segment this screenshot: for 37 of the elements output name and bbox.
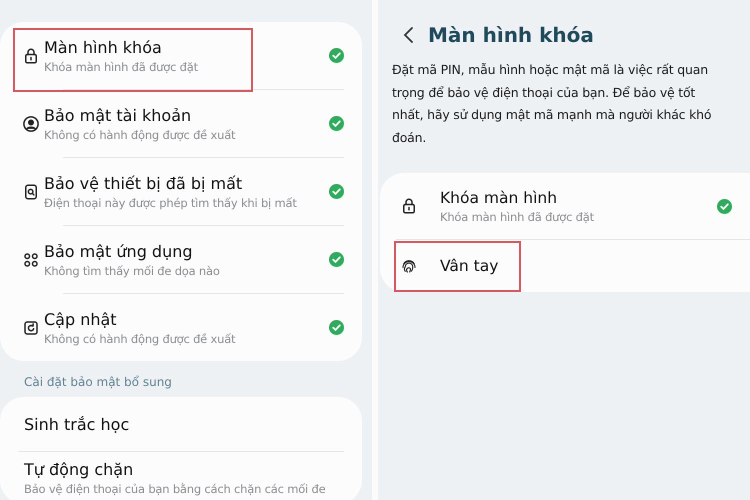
item-subtitle: Khóa màn hình đã được đặt bbox=[44, 60, 199, 74]
update-icon bbox=[22, 318, 40, 336]
item-title: Vân tay bbox=[440, 257, 500, 275]
item-title: Cập nhật bbox=[44, 310, 118, 328]
item-subtitle: Không tìm thấy mối đe dọa nào bbox=[44, 264, 221, 278]
page-title: Màn hình khóa bbox=[428, 23, 594, 47]
item-title: Tự động chặn bbox=[24, 460, 134, 479]
settings-item[interactable]: Bảo mật ứng dụng Không tìm thấy mối đe dọa nào bbox=[0, 226, 362, 293]
settings-item[interactable]: Bảo mật tài khoản Không có hành động được đề xuất bbox=[0, 90, 362, 157]
lock-icon bbox=[400, 197, 418, 215]
find-device-icon bbox=[22, 182, 40, 200]
item-title: Bảo vệ thiết bị đã bị mất bbox=[44, 174, 244, 192]
settings-item[interactable]: Màn hình khóa Khóa màn hình đã được đặt bbox=[0, 22, 362, 89]
item-subtitle: Điện thoại này được phép tìm thấy khi bị mất bbox=[44, 196, 298, 210]
lock-icon bbox=[22, 46, 40, 64]
fingerprint-icon bbox=[400, 257, 418, 275]
item-subtitle: Khóa màn hình đã được đặt bbox=[440, 210, 595, 224]
section-header: Cài đặt bảo mật bổ sung bbox=[24, 375, 173, 389]
settings-item[interactable]: Cập nhật Không có hành động được đề xuất bbox=[0, 294, 362, 361]
item-title: Bảo mật tài khoản bbox=[44, 106, 192, 124]
item-subtitle: Bảo vệ điện thoại của bạn bằng cách chặn các mối đe bbox=[24, 482, 326, 496]
apps-icon bbox=[22, 250, 40, 268]
settings-item[interactable]: Tự động chặn Bảo vệ điện thoại của bạn bằng cách chặn các mối đe bbox=[0, 452, 362, 500]
back-button[interactable] bbox=[402, 26, 414, 44]
item-title: Khóa màn hình bbox=[440, 188, 558, 206]
description-text: Đặt mã PIN, mẫu hình hoặc mật mã là việc rất quan trọng để bảo vệ điện thoại của bạn. Để bảo vệ tốt nhất, hãy sử dụng mật mã mạnh mà người khác khó đoán. bbox=[391, 61, 712, 146]
settings-item[interactable]: Sinh trắc học bbox=[0, 397, 362, 451]
back-icon bbox=[402, 26, 414, 44]
person-icon bbox=[22, 114, 40, 132]
settings-item[interactable]: Khóa màn hình Khóa màn hình đã được đặt bbox=[380, 173, 750, 239]
settings-item[interactable]: Vân tay bbox=[380, 240, 750, 292]
settings-item[interactable]: Bảo vệ thiết bị đã bị mất Điện thoại này được phép tìm thấy khi bị mất bbox=[0, 158, 362, 225]
item-subtitle: Không có hành động được đề xuất bbox=[44, 128, 236, 142]
item-subtitle: Không có hành động được đề xuất bbox=[44, 332, 236, 346]
item-title: Bảo mật ứng dụng bbox=[44, 242, 194, 260]
item-title: Sinh trắc học bbox=[24, 414, 130, 434]
item-title: Màn hình khóa bbox=[44, 38, 163, 56]
